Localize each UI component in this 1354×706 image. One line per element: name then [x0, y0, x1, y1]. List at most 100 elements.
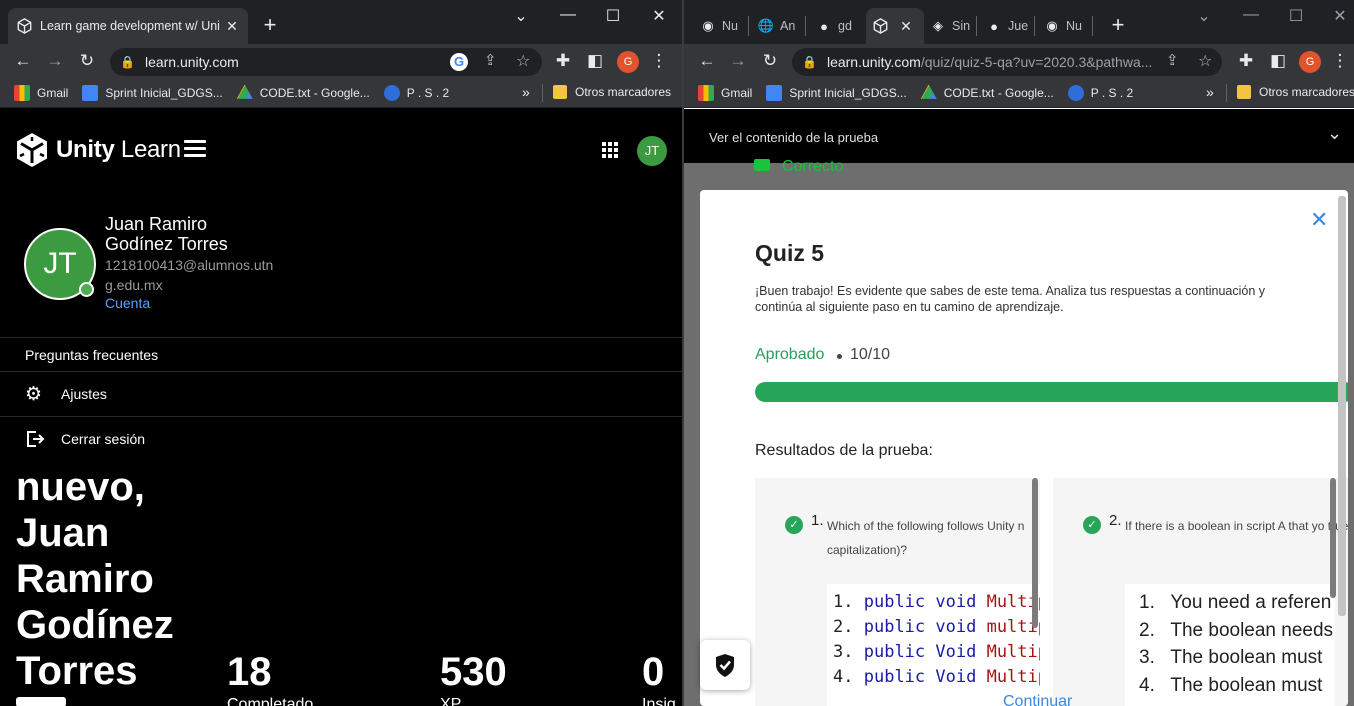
forward-icon[interactable]: → [727, 50, 749, 72]
card-scrollbar[interactable] [1032, 478, 1038, 628]
chevron-down-icon[interactable]: ⌄ [1190, 6, 1218, 26]
check-icon: ✓ [785, 516, 803, 534]
tab-unity-learn[interactable]: Learn game development w/ Uni ✕ [8, 8, 248, 44]
more-bookmarks-icon[interactable]: » [522, 84, 530, 100]
tab-6[interactable]: ● Jue [986, 8, 1030, 44]
address-bar[interactable]: 🔒 learn.unity.com/quiz/quiz-5-qa?uv=2020… [792, 48, 1222, 76]
logout-icon [27, 431, 45, 447]
modal-title: Quiz 5 [755, 240, 825, 266]
tab-7[interactable]: ◉ Nu [1044, 8, 1088, 44]
reload-icon[interactable]: ↻ [76, 50, 98, 72]
profile-avatar[interactable]: G [1299, 51, 1321, 73]
share-icon[interactable]: ⇪ [484, 51, 497, 69]
close-icon[interactable]: ✕ [1310, 207, 1328, 233]
score-value: 10/10 [850, 346, 891, 363]
extensions-icon[interactable]: ✚ [1235, 50, 1257, 72]
results-heading: Resultados de la prueba: [755, 442, 933, 459]
chevron-down-icon[interactable]: ⌄ [1327, 123, 1342, 144]
more-bookmarks-icon[interactable]: » [1206, 84, 1214, 100]
privacy-shield-button[interactable] [700, 640, 750, 690]
question-number: 2. [1109, 512, 1122, 529]
address-bar[interactable]: 🔒 learn.unity.com G ⇪ ☆ [110, 48, 542, 76]
bookmark-gmail[interactable]: Gmail [698, 84, 752, 101]
browser-toolbar: ← → ↻ 🔒 learn.unity.com G ⇪ ☆ ✚ ◧ G ⋮ [0, 44, 682, 78]
bookmark-sprint[interactable]: Sprint Inicial_GDGS... [766, 84, 907, 101]
maximize-button[interactable]: ☐ [1282, 6, 1310, 26]
close-window-button[interactable]: ✕ [1326, 6, 1354, 26]
new-tab-button[interactable]: + [256, 12, 284, 40]
url-text: learn.unity.com [144, 54, 239, 70]
logout-item[interactable]: Cerrar sesión [0, 417, 682, 461]
close-tab-icon[interactable]: ✕ [224, 18, 240, 35]
stat-xp-label: XP [440, 696, 462, 706]
apps-grid-icon[interactable] [602, 142, 618, 158]
chrome-icon: ◉ [1046, 18, 1058, 33]
bookmark-code[interactable]: CODE.txt - Google... [236, 84, 370, 101]
stat-xp-value: 530 [440, 650, 507, 694]
bookmark-ps2[interactable]: P . S . 2 [383, 84, 449, 101]
card-scrollbar[interactable] [1330, 478, 1336, 598]
share-icon[interactable]: ⇪ [1166, 51, 1179, 69]
new-tab-button[interactable]: + [1104, 12, 1132, 40]
account-link[interactable]: Cuenta [105, 295, 150, 311]
stat-completed-label: Completado [227, 696, 314, 706]
side-panel-icon[interactable]: ◧ [1267, 50, 1289, 72]
star-icon[interactable]: ☆ [1198, 51, 1212, 71]
action-button[interactable] [16, 697, 66, 706]
option-3: 3. public Void Multip [833, 642, 1040, 662]
bookmark-separator [1226, 84, 1227, 102]
settings-item[interactable]: ⚙ Ajustes [0, 372, 682, 416]
continue-button[interactable]: Continuar [1003, 693, 1072, 706]
bookmark-sprint[interactable]: Sprint Inicial_GDGS... [82, 84, 223, 101]
bookmarks-bar: Gmail Sprint Inicial_GDGS... CODE.txt - … [0, 78, 682, 108]
unity-learn-logo[interactable]: Unity Learn [16, 132, 181, 168]
close-tab-icon[interactable]: ✕ [898, 18, 914, 35]
minimize-button[interactable]: — [554, 6, 582, 24]
modal-scrollbar[interactable] [1338, 196, 1346, 616]
tab-separator [1092, 16, 1093, 36]
menu-dots-icon[interactable]: ⋮ [1329, 50, 1351, 72]
maximize-button[interactable]: ☐ [599, 6, 627, 26]
tab-active-quiz[interactable]: ✕ [866, 8, 924, 44]
quiz-content-label: Ver el contenido de la prueba [709, 130, 879, 145]
back-icon[interactable]: ← [696, 50, 718, 72]
faq-item[interactable]: Preguntas frecuentes [0, 338, 682, 371]
url-path: /quiz/quiz-5-qa?uv=2020.3&pathwa... [920, 54, 1153, 70]
tab-1[interactable]: ◉ Nu [700, 8, 744, 44]
other-bookmarks-folder[interactable]: Otros marcadores [553, 85, 671, 99]
close-window-button[interactable]: ✕ [645, 6, 673, 26]
side-panel-icon[interactable]: ◧ [584, 50, 606, 72]
reload-icon[interactable]: ↻ [759, 50, 781, 72]
stat-badges-label: Insig [642, 696, 676, 706]
unity-icon [872, 18, 888, 34]
gear-icon: ⚙ [25, 383, 43, 405]
profile-avatar[interactable]: G [617, 51, 639, 73]
minimize-button[interactable]: — [1237, 6, 1265, 24]
quiz-content-bar[interactable]: Ver el contenido de la prueba ⌄ [684, 109, 1354, 163]
back-icon[interactable]: ← [12, 50, 34, 72]
behind-correct-label: Correcto [754, 158, 843, 176]
other-bookmarks-folder[interactable]: Otros marcadores [1237, 85, 1354, 99]
star-icon[interactable]: ☆ [516, 51, 530, 71]
user-avatar-small[interactable]: JT [637, 136, 667, 166]
brand-name: Unity Learn [56, 136, 181, 163]
chevron-down-icon[interactable]: ⌄ [507, 6, 535, 26]
stat-badges-value: 0 [642, 650, 665, 694]
bookmark-ps2[interactable]: P . S . 2 [1067, 84, 1133, 101]
option-4: 4. The boolean must [1139, 675, 1323, 696]
tab-3[interactable]: ● gd [816, 8, 860, 44]
tab-5[interactable]: ◈ Sin [930, 8, 974, 44]
bookmark-gmail[interactable]: Gmail [14, 84, 68, 101]
bookmarks-bar: Gmail Sprint Inicial_GDGS... CODE.txt - … [684, 78, 1354, 108]
tab-2[interactable]: 🌐 An [758, 8, 802, 44]
hamburger-menu-icon[interactable] [184, 140, 206, 158]
welcome-heading: nuevo, Juan Ramiro Godínez Torres [16, 465, 174, 693]
bookmark-code[interactable]: CODE.txt - Google... [920, 84, 1054, 101]
option-1: 1. public void Multip [833, 592, 1040, 612]
extensions-icon[interactable]: ✚ [552, 50, 574, 72]
lock-icon: 🔒 [120, 55, 135, 69]
docs-icon [82, 84, 99, 101]
forward-icon[interactable]: → [44, 50, 66, 72]
menu-dots-icon[interactable]: ⋮ [648, 50, 670, 72]
google-icon[interactable]: G [450, 53, 468, 71]
